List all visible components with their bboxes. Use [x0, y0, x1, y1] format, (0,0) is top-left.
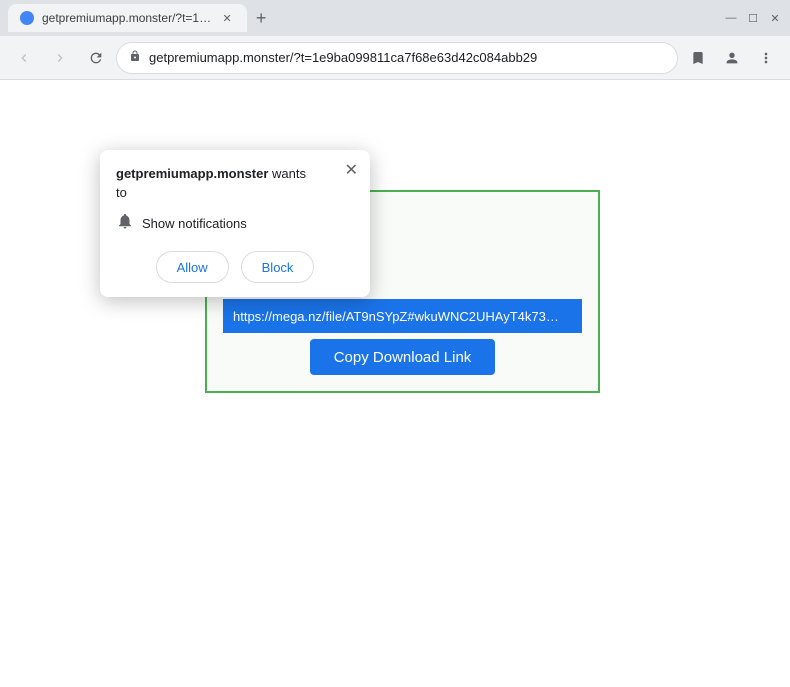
tab-title: getpremiumapp.monster/?t=1… [42, 11, 211, 25]
title-bar: getpremiumapp.monster/?t=1… ✕ + — ☐ ✕ [0, 0, 790, 36]
notification-option: Show notifications [116, 212, 354, 235]
url-input-box[interactable]: https://mega.nz/file/AT9nSYpZ#wkuWNC2UHA… [223, 299, 582, 333]
block-button[interactable]: Block [241, 251, 315, 283]
toolbar-actions [682, 42, 782, 74]
tab-close-button[interactable]: ✕ [219, 10, 235, 26]
minimize-button[interactable]: — [724, 11, 738, 25]
bell-icon [116, 212, 134, 235]
active-tab[interactable]: getpremiumapp.monster/?t=1… ✕ [8, 4, 247, 32]
url-text: getpremiumapp.monster/?t=1e9ba099811ca7f… [149, 50, 665, 65]
forward-button[interactable] [44, 42, 76, 74]
address-bar[interactable]: getpremiumapp.monster/?t=1e9ba099811ca7f… [116, 42, 678, 74]
close-button[interactable]: ✕ [768, 11, 782, 25]
back-button[interactable] [8, 42, 40, 74]
notification-popup: ✕ getpremiumapp.monster wants to Show no… [100, 150, 370, 297]
profile-button[interactable] [716, 42, 748, 74]
browser-window: getpremiumapp.monster/?t=1… ✕ + — ☐ ✕ ge… [0, 0, 790, 687]
toolbar: getpremiumapp.monster/?t=1e9ba099811ca7f… [0, 36, 790, 80]
notification-subtitle: to [116, 185, 354, 200]
allow-button[interactable]: Allow [156, 251, 229, 283]
reload-button[interactable] [80, 42, 112, 74]
new-tab-button[interactable]: + [247, 4, 275, 32]
content-area: GetT…Cut… dy... 5 RL in browser https://… [0, 80, 790, 687]
window-controls: — ☐ ✕ [724, 11, 782, 25]
notification-option-text: Show notifications [142, 216, 247, 231]
copy-download-link-button[interactable]: Copy Download Link [310, 339, 495, 375]
notification-close-button[interactable]: ✕ [345, 160, 358, 180]
bookmark-button[interactable] [682, 42, 714, 74]
menu-button[interactable] [750, 42, 782, 74]
maximize-button[interactable]: ☐ [746, 11, 760, 25]
notification-buttons: Allow Block [116, 251, 354, 283]
lock-icon [129, 49, 141, 66]
notification-title: getpremiumapp.monster wants [116, 166, 354, 181]
tab-bar: getpremiumapp.monster/?t=1… ✕ + [8, 0, 720, 36]
tab-favicon [20, 11, 34, 25]
